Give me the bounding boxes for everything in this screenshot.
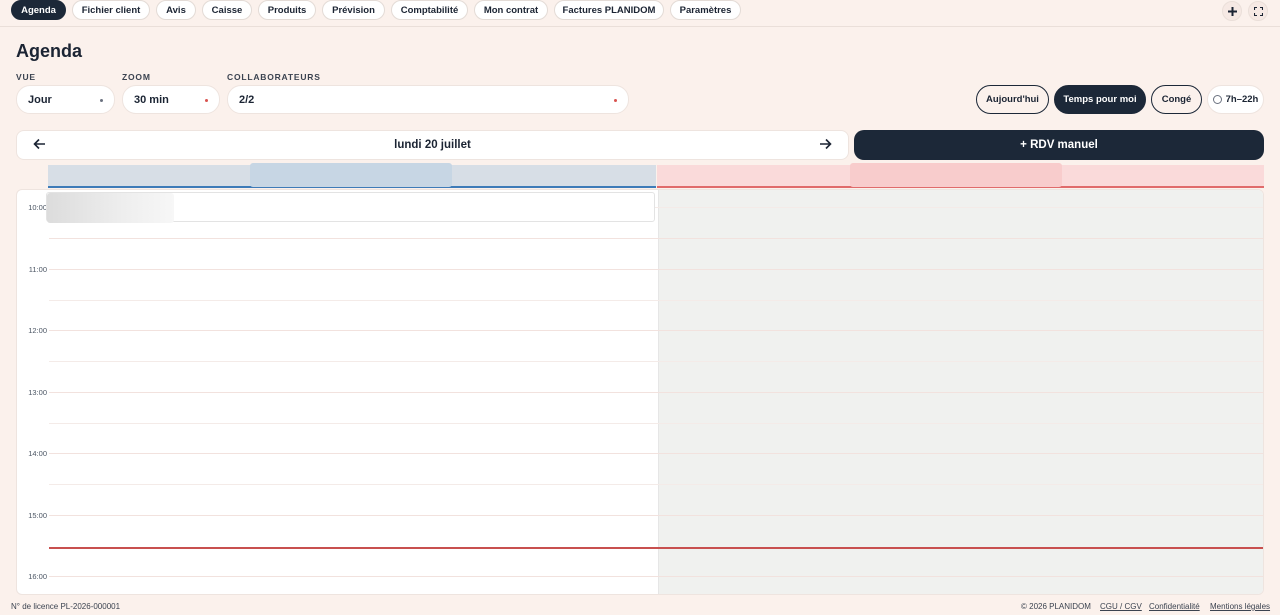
clock-icon xyxy=(1212,95,1222,104)
hour-label: 13:00 xyxy=(28,388,47,397)
tab-mon-contrat[interactable]: Mon contrat xyxy=(474,0,548,20)
today-button[interactable]: Aujourd'hui xyxy=(976,85,1049,114)
zoom-label: ZOOM xyxy=(122,72,151,82)
leave-button[interactable]: Congé xyxy=(1151,85,1202,114)
tab-prevision[interactable]: Prévision xyxy=(322,0,385,20)
hour-label: 14:00 xyxy=(28,449,47,458)
collaborateurs-label: COLLABORATEURS xyxy=(227,72,321,82)
chevron-down-icon xyxy=(614,99,617,102)
tab-comptabilite[interactable]: Comptabilité xyxy=(391,0,468,20)
vue-value: Jour xyxy=(28,93,52,106)
grid-line xyxy=(49,238,1263,239)
tab-parametres[interactable]: Paramètres xyxy=(670,0,741,20)
hour-label: 11:00 xyxy=(28,265,47,274)
grid-line xyxy=(49,484,1263,485)
current-date: lundi 20 juillet xyxy=(394,139,471,151)
tab-avis[interactable]: Avis xyxy=(156,0,196,20)
collaborateurs-value: 2/2 xyxy=(239,93,255,106)
collaborator-name-blurred xyxy=(850,163,1062,187)
grid-line xyxy=(49,423,1263,424)
hours-range-label: 7h–22h xyxy=(1225,94,1259,105)
tab-agenda[interactable]: Agenda xyxy=(11,0,66,20)
tab-factures-planidom[interactable]: Factures PLANIDOM xyxy=(554,0,664,20)
tab-caisse[interactable]: Caisse xyxy=(202,0,252,20)
zoom-value: 30 min xyxy=(134,93,169,106)
vue-label: VUE xyxy=(16,72,36,82)
arrow-right-icon[interactable] xyxy=(819,137,832,154)
time-for-me-button[interactable]: Temps pour moi xyxy=(1054,85,1146,114)
privacy-link[interactable]: Confidentialité xyxy=(1149,602,1200,611)
grid-line xyxy=(49,392,1263,393)
appointment-content-blurred xyxy=(47,193,174,223)
appointment-event[interactable] xyxy=(46,192,655,223)
collaborator-name-blurred xyxy=(250,163,452,187)
collaborateurs-select[interactable]: 2/2 xyxy=(227,85,629,114)
tab-produits[interactable]: Produits xyxy=(258,0,316,20)
hour-label: 10:00 xyxy=(28,203,47,212)
grid-line xyxy=(49,576,1263,577)
grid-line xyxy=(49,453,1263,454)
footer: N° de licence PL-2026-000001 © 2026 PLAN… xyxy=(0,598,1280,615)
top-navigation: Agenda Fichier client Avis Caisse Produi… xyxy=(0,0,1280,27)
zoom-select[interactable]: 30 min xyxy=(122,85,220,114)
grid-line xyxy=(49,269,1263,270)
grid-line xyxy=(49,361,1263,362)
chevron-down-icon xyxy=(100,99,103,102)
collaborator-header-1[interactable] xyxy=(48,163,656,188)
vue-select[interactable]: Jour xyxy=(16,85,115,114)
chevron-down-icon xyxy=(205,99,208,102)
hour-label: 16:00 xyxy=(28,572,47,581)
license-number: N° de licence PL-2026-000001 xyxy=(11,602,121,611)
date-navigation: lundi 20 juillet xyxy=(16,130,849,160)
collaborator-header-2[interactable] xyxy=(657,163,1264,188)
current-time-indicator xyxy=(49,547,1263,549)
cgu-link[interactable]: CGU / CGV xyxy=(1100,602,1142,611)
grid-line xyxy=(49,515,1263,516)
day-calendar-grid[interactable]: 10:00 11:00 12:00 13:00 14:00 15:00 16:0… xyxy=(16,189,1264,595)
fullscreen-icon[interactable] xyxy=(1248,1,1268,21)
plus-icon[interactable] xyxy=(1222,1,1242,21)
hours-range-button[interactable]: 7h–22h xyxy=(1207,85,1264,114)
hour-label: 15:00 xyxy=(28,511,47,520)
page-title: Agenda xyxy=(16,41,83,61)
tab-fichier-client[interactable]: Fichier client xyxy=(72,0,150,20)
copyright: © 2026 PLANIDOM xyxy=(1021,602,1091,611)
grid-line xyxy=(49,300,1263,301)
hour-label: 12:00 xyxy=(28,326,47,335)
grid-line xyxy=(49,330,1263,331)
add-manual-appointment-button[interactable]: + RDV manuel xyxy=(854,130,1264,160)
legal-link[interactable]: Mentions légales xyxy=(1210,602,1270,611)
